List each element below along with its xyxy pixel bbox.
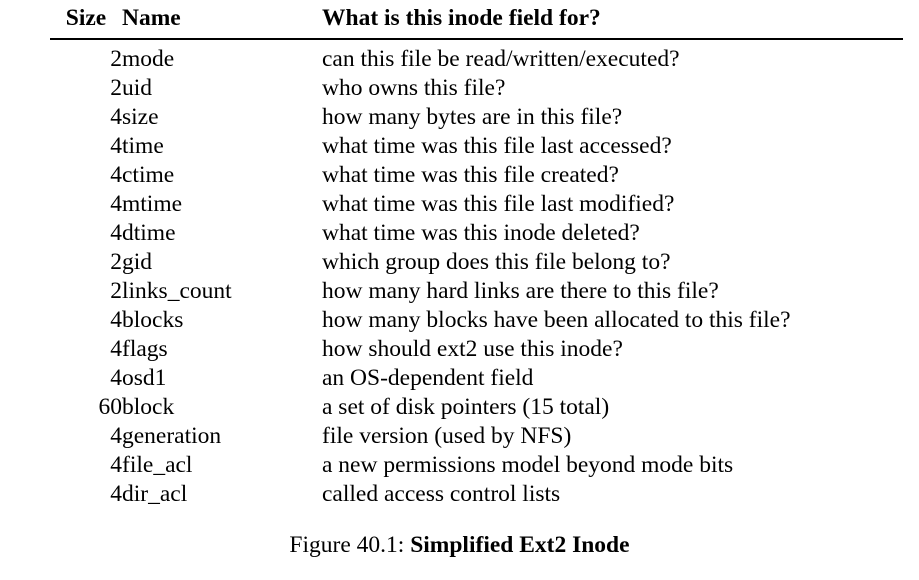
table-row: 4 dtime what time was this inode deleted? [50,219,903,248]
column-header-description: What is this inode field for? [322,5,601,31]
cell-size: 60 [98,394,123,420]
table-row: 4 dir_acl called access control lists [50,480,903,509]
cell-size: 4 [110,104,122,130]
cell-description: how many hard links are there to this fi… [322,278,719,304]
table-row: 60 block a set of disk pointers (15 total) [50,393,903,422]
cell-size: 4 [110,423,122,449]
column-header-size: Size [65,5,107,31]
table-row: 4 flags how should ext2 use this inode? [50,335,903,364]
cell-description: what time was this file created? [322,162,619,188]
cell-name: blocks [122,307,184,333]
figure-container: Size Name What is this inode field for? … [0,0,919,580]
table-row: 4 generation file version (used by NFS) [50,422,903,451]
cell-name: mtime [122,191,183,217]
cell-description: what time was this file last accessed? [322,133,672,159]
cell-description: file version (used by NFS) [322,423,572,449]
cell-name: ctime [122,162,175,188]
cell-size: 2 [110,75,122,101]
cell-name: flags [122,336,168,362]
cell-size: 4 [110,191,122,217]
cell-description: how many blocks have been allocated to t… [322,307,791,333]
inode-fields-table: Size Name What is this inode field for? … [50,4,903,509]
table-row: 4 osd1 an OS-dependent field [50,364,903,393]
column-header-name: Name [122,5,181,31]
cell-name: uid [122,75,153,101]
cell-description: an OS-dependent field [322,365,534,391]
cell-size: 2 [110,46,122,72]
cell-name: generation [122,423,222,449]
table-row: 4 time what time was this file last access… [50,132,903,161]
cell-size: 4 [110,365,122,391]
table-body: 2 mode can this file be read/written/execu… [50,39,903,509]
cell-size: 4 [110,220,122,246]
table-row: 2 gid which group does this file belong to… [50,248,903,277]
cell-name: time [122,133,164,159]
cell-name: dir_acl [122,481,188,507]
cell-description: how many bytes are in this file? [322,104,623,130]
cell-name: gid [122,249,153,275]
cell-description: which group does this file belong to? [322,249,671,275]
cell-size: 2 [110,278,122,304]
table-row: 4 mtime what time was this file last modif… [50,190,903,219]
cell-size: 4 [110,162,122,188]
cell-name: osd1 [122,365,167,391]
table-row: 4 ctime what time was this file created? [50,161,903,190]
cell-name: size [122,104,159,130]
cell-size: 4 [110,481,122,507]
cell-size: 4 [110,336,122,362]
cell-description: what time was this file last modified? [322,191,675,217]
cell-name: file_acl [122,452,193,478]
cell-description: can this file be read/written/executed? [322,46,680,72]
cell-name: links_count [122,278,232,304]
cell-name: mode [122,46,175,72]
cell-description: who owns this file? [322,75,506,101]
cell-description: a new permissions model beyond mode bits [322,452,734,478]
cell-size: 4 [110,307,122,333]
figure-caption-label: Figure 40.1: [289,532,405,558]
figure-caption: Figure 40.1: Simplified Ext2 Inode [0,530,919,560]
cell-size: 4 [110,133,122,159]
table-row: 2 uid who owns this file? [50,74,903,103]
table-row: 4 blocks how many blocks have been allocat… [50,306,903,335]
cell-name: block [122,394,175,420]
cell-description: what time was this inode deleted? [322,220,640,246]
table-row: 2 links_count how many hard links are ther… [50,277,903,306]
table-header: Size Name What is this inode field for? [50,4,903,39]
cell-name: dtime [122,220,176,246]
table-row: 4 size how many bytes are in this file? [50,103,903,132]
figure-caption-title: Simplified Ext2 Inode [410,532,630,558]
table-row: 4 file_acl a new permissions model beyond … [50,451,903,480]
cell-description: called access control lists [322,481,561,507]
table-row: 2 mode can this file be read/written/execu… [50,39,903,74]
cell-description: a set of disk pointers (15 total) [322,394,610,420]
cell-size: 2 [110,249,122,275]
cell-size: 4 [110,452,122,478]
table-header-row: Size Name What is this inode field for? [50,4,903,39]
cell-description: how should ext2 use this inode? [322,336,623,362]
